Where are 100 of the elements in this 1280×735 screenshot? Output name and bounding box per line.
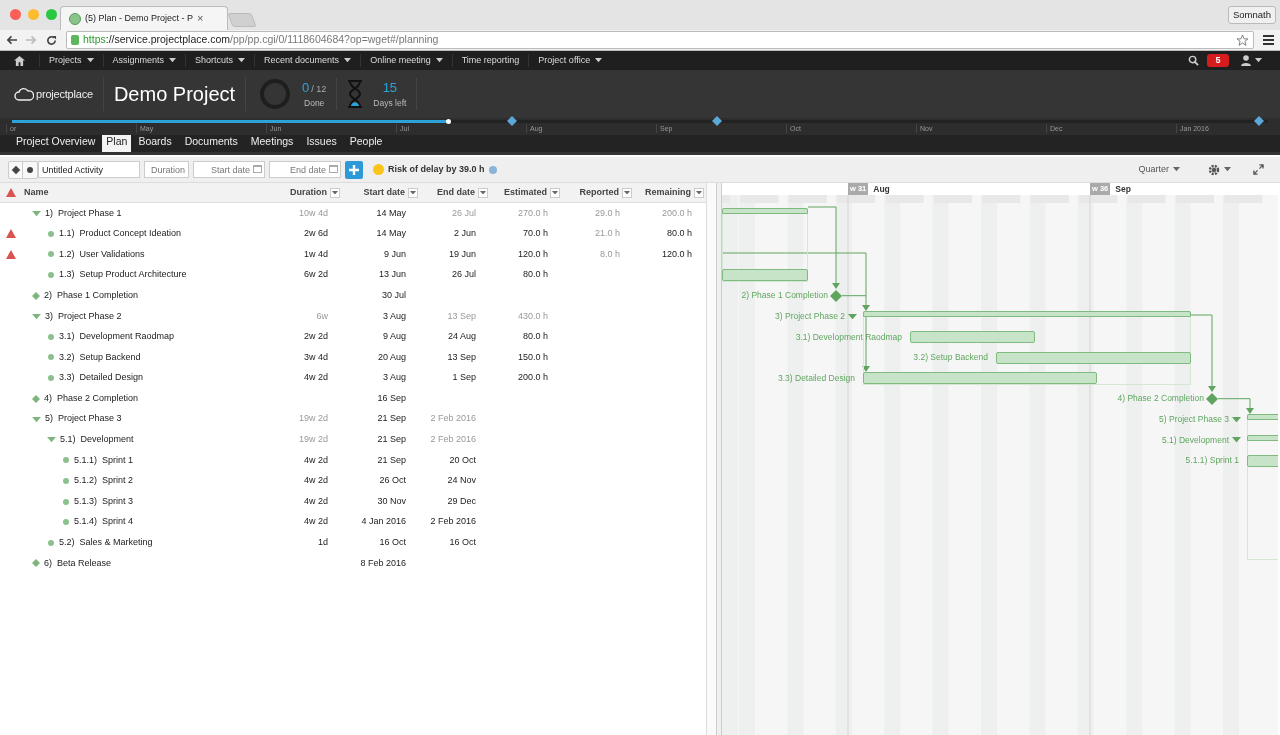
nav-menu-item[interactable]: Projects [39,54,103,67]
task-bar[interactable] [863,372,1097,385]
activity-name[interactable]: 4) Phase 2 Completion [44,391,139,406]
table-cell: 2 Jun [453,228,476,239]
activity-name[interactable]: 1.2) User Validations [59,247,145,262]
activity-name[interactable]: 6) Beta Release [44,556,112,571]
info-icon[interactable] [488,165,497,174]
activity-name[interactable]: 1.1) Product Concept Ideation [59,227,182,241]
column-header[interactable]: Duration [282,185,342,200]
nav-menu-item[interactable]: Online meeting [360,54,452,67]
table-cell: 3w 4d [303,351,328,362]
maximize-window-icon[interactable] [46,9,57,20]
done-count: 0 [302,78,310,97]
section-tab[interactable]: Meetings [244,132,300,152]
table-cell: 29.0 h [594,207,620,218]
milestone-diamond-icon[interactable] [507,116,517,126]
search-icon[interactable] [1188,55,1199,66]
column-header[interactable]: Reported [562,185,634,200]
days-count: 15 [382,78,398,97]
scale-dropdown[interactable]: Quarter [1138,162,1180,177]
scrollbar-track[interactable] [706,183,716,735]
task-bar[interactable] [996,351,1191,364]
url-field[interactable]: https://service.projectplace.com/pp/pp.cgi/0/1118604684?op=wget#/planning [66,31,1254,49]
table-cell: 4w 2d [303,516,328,527]
column-header[interactable]: End date [420,185,490,200]
nav-menu-item[interactable]: Shortcuts [185,54,255,67]
task-bar[interactable] [1247,454,1278,467]
home-icon[interactable] [14,55,25,66]
notification-badge[interactable]: 5 [1207,54,1229,67]
activity-name[interactable]: 5.1.4) Sprint 4 [74,515,134,529]
summary-bar[interactable] [863,311,1191,318]
summary-bar[interactable] [1247,434,1278,441]
back-icon[interactable] [6,35,17,45]
task-bar[interactable] [722,269,808,282]
column-header[interactable]: Name [22,185,282,200]
add-button[interactable] [345,160,363,179]
activity-name-field[interactable]: Untitled Activity [38,161,140,178]
section-tab[interactable]: Documents [178,132,244,152]
activity-name[interactable]: 5.2) Sales & Marketing [59,536,153,550]
activity-name[interactable]: 3.1) Development Raodmap [59,330,175,344]
activity-name[interactable]: 3.2) Setup Backend [59,350,141,365]
duration-field[interactable]: Duration [144,161,189,178]
summary-bar[interactable] [1247,414,1278,421]
gantt-label: 5) Project Phase 3 [1159,412,1229,426]
milestone-diamond-icon[interactable] [712,116,722,126]
activity-name[interactable]: 2) Phase 1 Completion [44,288,139,303]
caret-icon [1232,416,1241,422]
column-header[interactable]: Start date [342,185,420,200]
table-cell: 30 Nov [377,495,406,506]
section-tab[interactable]: Issues [300,132,343,152]
settings-icon[interactable] [1208,163,1220,176]
milestone-diamond-icon[interactable] [1254,116,1264,126]
activity-name[interactable]: 3) Project Phase 2 [45,309,122,323]
nav-menu-item[interactable]: Assignments [102,54,186,67]
column-header[interactable]: Remaining [634,185,706,200]
activity-name[interactable]: 3.3) Detailed Design [59,371,144,385]
calendar-icon[interactable] [329,165,338,173]
end-date-field[interactable]: End date [269,161,341,178]
summary-bar[interactable] [722,208,808,215]
nav-menu-item[interactable]: Recent documents [254,54,361,67]
activity-name[interactable]: 1.3) Setup Product Architecture [59,268,187,282]
nav-menu-item[interactable]: Project office [528,54,612,67]
activity-name[interactable]: 5.1.3) Sprint 3 [74,494,134,509]
nav-menu-item[interactable]: Time reporting [451,54,529,67]
expand-icon[interactable] [1253,164,1264,175]
table-cell: 4 Jan 2016 [361,516,406,527]
forward-icon[interactable] [26,35,37,45]
reload-icon[interactable] [46,34,57,46]
expand-toggle-icon[interactable] [32,415,41,423]
section-tab[interactable]: Boards [132,132,178,152]
minimize-window-icon[interactable] [28,9,39,20]
activity-name[interactable]: 5.1.1) Sprint 1 [74,453,134,468]
new-tab-button[interactable] [227,13,257,27]
splitter-handle[interactable] [716,183,722,735]
table-cell: 4w 2d [303,454,328,465]
user-icon[interactable] [1241,55,1251,66]
activity-name[interactable]: 5) Project Phase 3 [45,412,122,426]
close-tab-icon[interactable]: × [197,10,204,27]
table-cell: 26 Jul [451,269,476,280]
activity-name[interactable]: 5.1) Development [60,433,134,447]
section-tab[interactable]: People [343,132,389,152]
column-header[interactable]: Estimated [490,185,562,200]
expand-toggle-icon[interactable] [32,312,41,320]
progress-handle[interactable] [445,119,451,124]
menu-icon[interactable] [1263,35,1274,45]
section-tab[interactable]: Project Overview [10,132,102,152]
activity-name[interactable]: 1) Project Phase 1 [45,206,122,221]
bookmark-star-icon[interactable] [1236,33,1249,47]
table-cell: 14 May [376,228,406,239]
expand-toggle-icon[interactable] [32,209,41,217]
gantt-label: 5.1) Development [1161,433,1229,447]
close-window-icon[interactable] [10,9,21,20]
start-date-field[interactable]: Start date [193,161,265,178]
expand-toggle-icon[interactable] [47,436,56,444]
profile-button[interactable]: Somnath [1227,6,1276,24]
browser-tab[interactable]: (5) Plan - Demo Project - P × [60,6,228,30]
calendar-icon[interactable] [253,165,262,173]
activity-name[interactable]: 5.1.2) Sprint 2 [74,474,134,488]
table-cell: 21.0 h [594,228,620,239]
task-bar[interactable] [910,330,1035,343]
